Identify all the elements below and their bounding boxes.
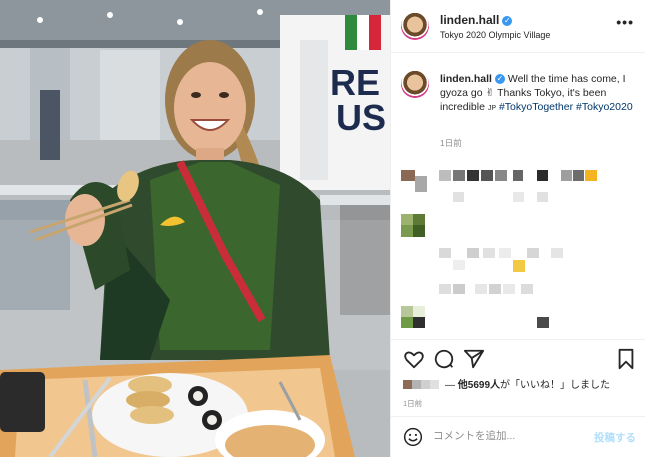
header-username-text[interactable]: linden.hall: [440, 13, 499, 27]
header-username[interactable]: linden.hall ✓: [440, 13, 513, 27]
post-photo-image: RE US: [0, 0, 390, 457]
caption-date: 1日前: [440, 138, 462, 148]
comment-composer: 投稿する: [391, 416, 645, 457]
post-actions: [391, 339, 645, 375]
caption-avatar[interactable]: [401, 70, 429, 98]
post-date: 1日前: [403, 399, 423, 408]
likes-count[interactable]: 他5699人: [458, 380, 500, 391]
comment-input[interactable]: [433, 430, 573, 442]
likes-summary[interactable]: — 他5699人が「いいね！」しました: [403, 376, 610, 391]
post-header: linden.hall ✓ Tokyo 2020 Olympic Village …: [391, 0, 645, 53]
post-comment-button[interactable]: 投稿する: [594, 430, 636, 445]
liker-avatar-censored: [403, 380, 412, 389]
more-options-icon[interactable]: •••: [616, 14, 634, 30]
post-caption: linden.hall ✓ Well the time has come, I g…: [440, 72, 640, 116]
emoji-smile-icon[interactable]: [403, 427, 423, 447]
likes-prefix: —: [445, 380, 458, 391]
caption-verified-badge-icon: ✓: [494, 74, 505, 84]
hashtag-tokyotogether[interactable]: #TokyoTogether: [499, 101, 573, 113]
post-location[interactable]: Tokyo 2020 Olympic Village: [440, 30, 550, 40]
likes-suffix: が「いいね！」しました: [500, 380, 611, 391]
share-icon[interactable]: [463, 348, 485, 370]
post-side-panel: linden.hall ✓ Tokyo 2020 Olympic Village …: [390, 0, 645, 457]
photo-sign-text-2: US: [336, 97, 386, 138]
post-photo[interactable]: RE US: [0, 0, 390, 457]
comment-icon[interactable]: [433, 348, 455, 370]
bookmark-icon[interactable]: [615, 348, 637, 370]
avatar[interactable]: [401, 12, 429, 40]
japan-flag-emoji-icon: JP: [487, 105, 497, 112]
caption-username[interactable]: linden.hall: [440, 73, 492, 85]
verified-badge-icon: ✓: [502, 16, 513, 26]
hashtag-tokyo2020[interactable]: #Tokyo2020: [576, 101, 633, 113]
heart-icon[interactable]: [403, 348, 425, 370]
